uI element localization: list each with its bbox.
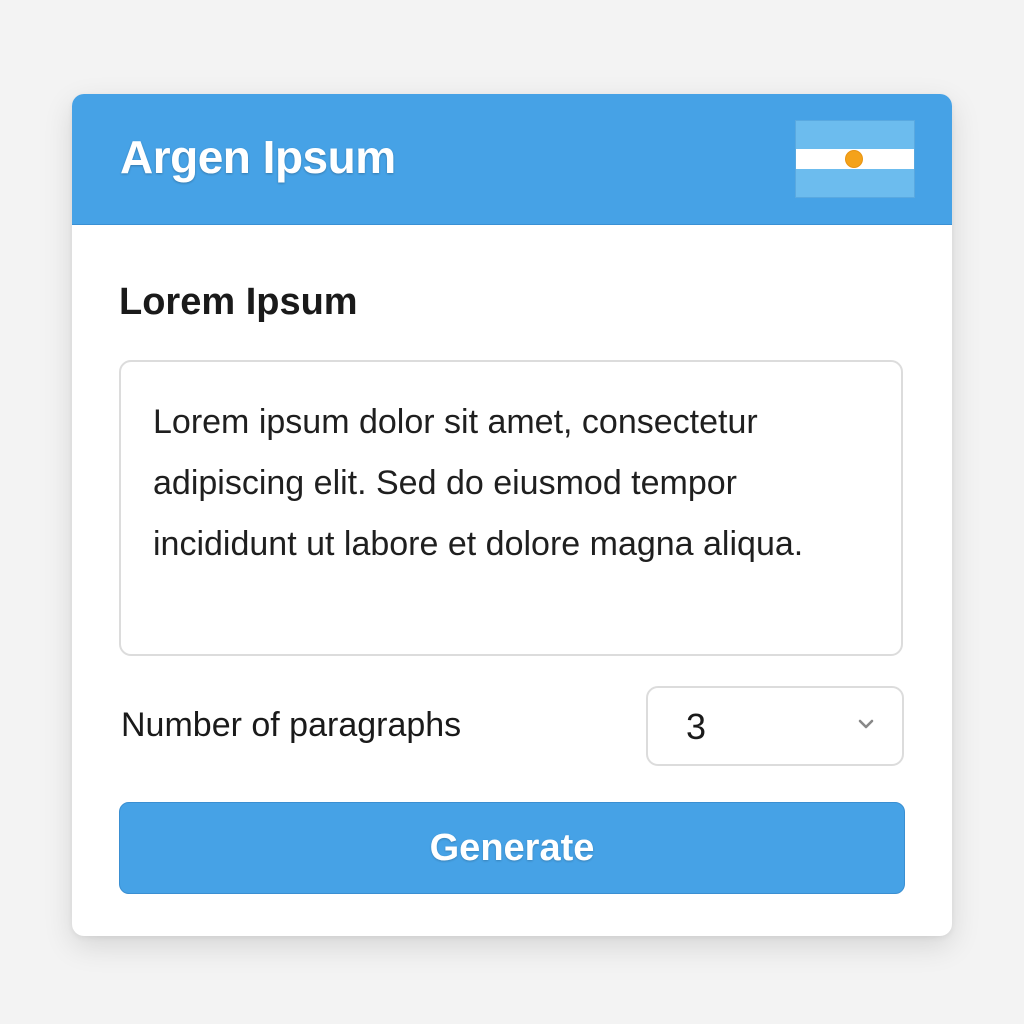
app-header: Argen Ipsum — [72, 94, 952, 225]
paragraphs-select[interactable]: 3 — [646, 686, 904, 766]
paragraphs-label: Number of paragraphs — [121, 706, 462, 744]
app-title: Argen Ipsum — [120, 131, 396, 183]
flag-bottom-band — [796, 169, 914, 197]
generated-text-box[interactable]: Lorem ipsum dolor sit amet, consectetur … — [119, 360, 903, 656]
chevron-down-icon — [858, 719, 874, 729]
generate-button[interactable]: Generate — [119, 802, 905, 894]
generator-card: Argen Ipsum Lorem Ipsum Lorem ipsum dolo… — [72, 94, 952, 936]
paragraphs-select-value: 3 — [686, 706, 707, 747]
argentina-flag-icon — [795, 120, 915, 198]
paragraphs-row: Number of paragraphs 3 — [119, 686, 905, 768]
sun-of-may-icon — [846, 151, 862, 167]
flag-top-band — [796, 121, 914, 149]
section-title: Lorem Ipsum — [119, 281, 358, 323]
